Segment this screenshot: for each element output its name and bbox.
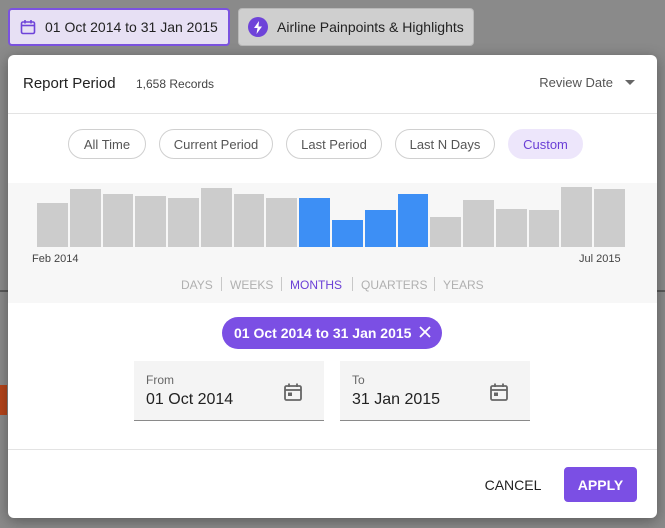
from-label: From	[146, 373, 174, 387]
histogram-bar[interactable]	[463, 200, 496, 247]
preset-label: Custom	[523, 136, 568, 152]
preset-last-n-days[interactable]: Last N Days	[395, 129, 495, 159]
lightning-icon	[248, 17, 268, 37]
granularity-years[interactable]: YEARS	[443, 278, 484, 292]
histogram-bar[interactable]	[135, 196, 169, 247]
preset-all-time[interactable]: All Time	[68, 129, 146, 159]
preset-label: Last N Days	[409, 136, 481, 152]
granularity-days[interactable]: DAYS	[181, 278, 213, 292]
calendar-icon	[20, 20, 36, 35]
histogram-bar[interactable]	[495, 209, 529, 247]
histogram-bar[interactable]	[299, 198, 332, 247]
preset-label: All Time	[83, 136, 131, 152]
preset-label: Last Period	[301, 136, 367, 152]
lens-chip[interactable]: Airline Painpoints & Highlights	[238, 8, 474, 46]
cancel-button[interactable]: CANCEL	[473, 468, 553, 502]
to-value: 31 Jan 2015	[352, 391, 441, 408]
preset-custom[interactable]: Custom	[508, 129, 583, 159]
background-divider	[657, 290, 665, 292]
histogram-bar[interactable]	[69, 189, 103, 247]
modal-title: Report Period	[23, 75, 116, 92]
preset-pills: All Time Current Period Last Period Last…	[8, 129, 657, 161]
date-range-chip-label: 01 Oct 2014 to 31 Jan 2015	[45, 19, 218, 35]
histogram-bar[interactable]	[37, 203, 70, 247]
histogram-bar[interactable]	[364, 210, 398, 247]
preset-label: Current Period	[173, 136, 259, 152]
histogram-bar[interactable]	[397, 194, 431, 247]
date-field-select-label: Review Date	[539, 75, 613, 90]
histogram-bar[interactable]	[594, 189, 627, 247]
close-icon[interactable]	[418, 325, 432, 339]
to-date-field[interactable]: To 31 Jan 2015	[340, 361, 530, 421]
histogram-bar[interactable]	[266, 198, 300, 247]
histogram-bar[interactable]	[430, 217, 464, 247]
modal-footer: CANCEL APPLY	[8, 449, 657, 518]
calendar-icon[interactable]	[283, 382, 303, 402]
histogram-start-label: Feb 2014	[32, 253, 79, 265]
date-range-chip[interactable]: 01 Oct 2014 to 31 Jan 2015	[8, 8, 230, 46]
lens-chip-label: Airline Painpoints & Highlights	[277, 19, 464, 35]
granularity-separator	[352, 277, 353, 291]
granularity-separator	[281, 277, 282, 291]
records-count: 1,658 Records	[136, 77, 215, 91]
calendar-icon[interactable]	[489, 382, 509, 402]
from-value: 01 Oct 2014	[146, 391, 234, 408]
histogram-end-label: Jul 2015	[579, 253, 621, 265]
histogram-bar[interactable]	[528, 210, 562, 247]
granularity-weeks[interactable]: WEEKS	[230, 278, 273, 292]
selected-range-label: 01 Oct 2014 to 31 Jan 2015	[234, 325, 412, 341]
report-period-modal: Report Period 1,658 Records Review Date …	[8, 55, 657, 518]
modal-header: Report Period 1,658 Records Review Date	[8, 55, 657, 114]
background-button-fragment	[0, 385, 7, 415]
granularity-separator	[434, 277, 435, 291]
apply-button[interactable]: APPLY	[564, 467, 637, 502]
date-field-select[interactable]: Review Date	[539, 75, 635, 90]
histogram-bar[interactable]	[200, 188, 234, 247]
from-date-field[interactable]: From 01 Oct 2014	[134, 361, 324, 421]
preset-current-period[interactable]: Current Period	[159, 129, 273, 159]
granularity-separator	[221, 277, 222, 291]
preset-last-period[interactable]: Last Period	[286, 129, 382, 159]
histogram-bar[interactable]	[332, 220, 365, 247]
background-divider	[0, 290, 8, 292]
granularity-months[interactable]: MONTHS	[290, 278, 342, 292]
histogram-bar[interactable]	[561, 187, 595, 247]
caret-down-icon	[625, 80, 635, 85]
histogram-bar[interactable]	[168, 198, 201, 247]
granularity-quarters[interactable]: QUARTERS	[361, 278, 427, 292]
histogram-bar[interactable]	[233, 194, 267, 247]
to-label: To	[352, 373, 365, 387]
histogram-bar[interactable]	[102, 194, 136, 247]
selected-range-chip: 01 Oct 2014 to 31 Jan 2015	[222, 317, 442, 349]
